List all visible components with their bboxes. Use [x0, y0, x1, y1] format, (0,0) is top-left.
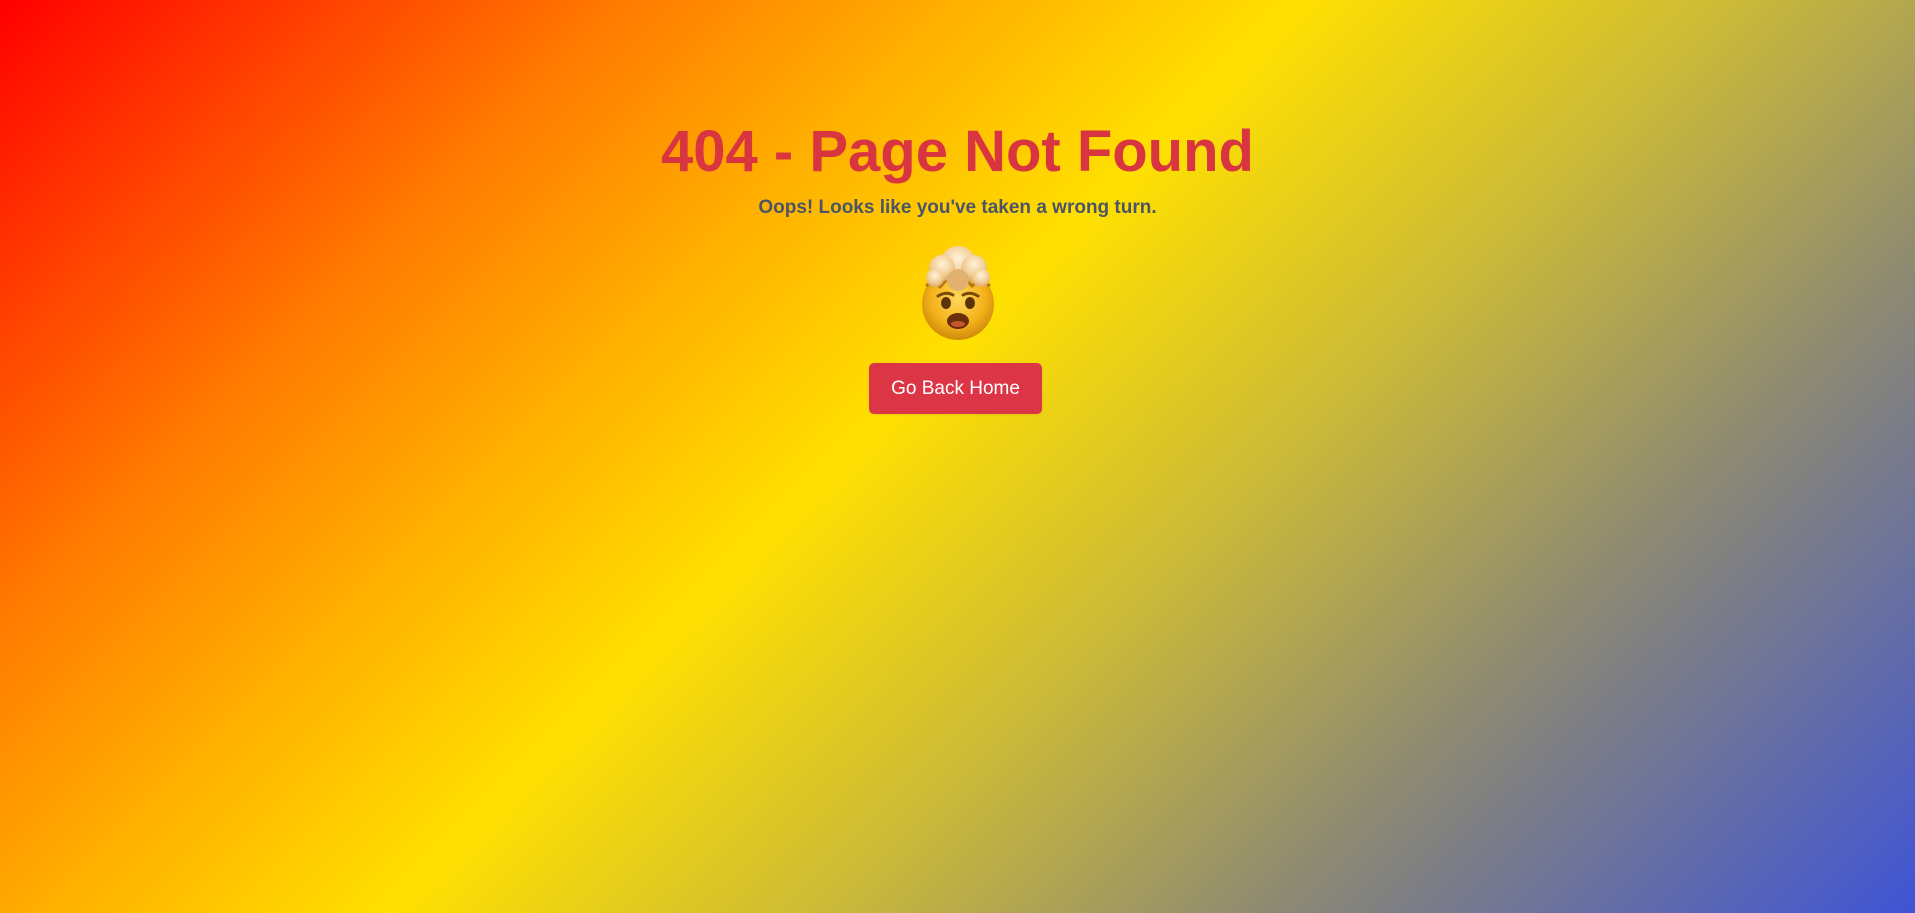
go-back-home-button[interactable]: Go Back Home — [869, 363, 1042, 414]
exploding-head-icon — [0, 238, 1915, 346]
page-subtitle: Oops! Looks like you've taken a wrong tu… — [758, 197, 1157, 218]
page-title: 404 - Page Not Found — [661, 119, 1254, 184]
